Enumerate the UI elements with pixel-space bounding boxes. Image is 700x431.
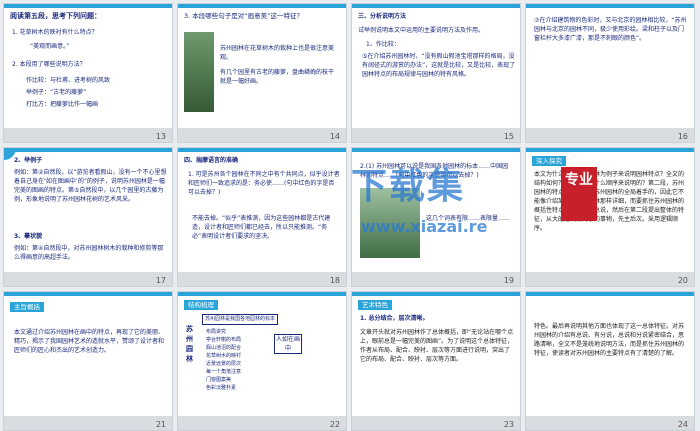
answer: 不能去掉。“似乎”表推测，因为这些园林都是古代建造，设计者和匠师们都已经去，所以… — [192, 215, 331, 240]
slide-heading: 四、揣摩语言的准确 — [184, 157, 239, 164]
question-2: 2. 本段用了哪些说明方法？ — [12, 61, 86, 68]
slide-body: ⑦在介绍建筑物的色彩时，又与北京的园林相比较，“苏州园林与北京的园林不同，极少使… — [534, 17, 687, 42]
bullet-1: 苏州园林在花草树木的栽种上也是很注意美观。 — [220, 45, 335, 61]
slide-20[interactable]: 深入探究 本文为什么选择苏州园林为例子来说明园林特点？全文的结构如何？本文是按照… — [525, 147, 695, 287]
watermark-main: 下载集 — [351, 166, 466, 207]
slide-footer — [4, 128, 172, 142]
bullet-2: 有几个园里有古老的藤萝，盘曲嶙峋的枝干就是一幅好画。 — [220, 69, 335, 85]
structure-item: 每一个角落注意 — [206, 369, 242, 375]
slide-top-bar — [4, 292, 172, 296]
slide-footer — [178, 272, 346, 286]
slide-13[interactable]: 阅读第五段，思考下列问题： 1. 花草树木的映衬有什么特点？ “美观而画意。” … — [3, 3, 173, 143]
slide-title: 阅读第五段，思考下列问题： — [10, 12, 101, 20]
slide-footer — [352, 416, 520, 430]
slide-16[interactable]: ⑦在介绍建筑物的色彩时，又与北京的园林相比较，“苏州园林与北京的园林不同，极少使… — [525, 3, 695, 143]
slide-number: 17 — [155, 276, 166, 285]
method-1: 1、作比较： — [366, 41, 400, 48]
slide-footer — [178, 128, 346, 142]
slide-body: 本文为什么选择苏州园林为例子来说明园林特点？全文的结构如何？本文是按照什么顺序来… — [534, 171, 685, 232]
structure-center: 人如在画中 — [274, 334, 302, 354]
slide-14[interactable]: 3. 本段哪些句子是对“画意美”这一特征？ 苏州园林在花草树木的栽种上也是很注意… — [177, 3, 347, 143]
slide-15[interactable]: 三、分析说明方法 试举例说明本文中运用的主要说明方法及作用。 1、作比较： ⑤在… — [351, 3, 521, 143]
structure-item: 近景远景的层次 — [206, 361, 242, 367]
answer-1: “美观而画意。” — [30, 43, 70, 50]
plant-image — [184, 32, 214, 112]
slide-top-bar — [4, 148, 172, 152]
slide-top-bar — [526, 148, 694, 152]
question: 1. 可是苏州各个园林在不同之中有个共同点，似乎设计者和匠师们一致追求的是：务必… — [188, 171, 340, 196]
section-badge: 艺术特色 — [358, 300, 392, 310]
structure-root: 苏州园林 — [186, 325, 193, 363]
slide-grid: 阅读第五段，思考下列问题： 1. 花草树木的映衬有什么特点？ “美观而画意。” … — [1, 1, 699, 431]
slide-top-bar — [352, 148, 520, 152]
slide-number: 14 — [329, 132, 340, 141]
watermark-url: www.xiazai.re — [361, 217, 488, 236]
slide-number: 18 — [329, 276, 340, 285]
slide-footer — [526, 128, 694, 142]
feature-title: 1. 总分结合，层次清晰。 — [360, 315, 429, 322]
watermark-seal: 专业 — [561, 167, 597, 221]
method-2-body: 例如：第②自然段，以“游览者看假山，没有一个不心里想着自己身在‘如在图画中’的”… — [14, 169, 167, 203]
slide-footer — [526, 416, 694, 430]
structure-item: 门窗图案美 — [206, 377, 232, 383]
slide-top-bar — [526, 292, 694, 296]
slide-17[interactable]: 2、举例子 例如：第②自然段，以“游览者看假山，没有一个不心里想着自己身在‘如在… — [3, 147, 173, 287]
answer-2c: 打比方：把藤萝比作一幅画 — [26, 101, 99, 108]
slide-intro: 试举例说明本文中运用的主要说明方法及作用。 — [358, 27, 485, 34]
structure-top: 苏州园林是我国各地园林的标本 — [202, 314, 279, 325]
slide-number: 24 — [677, 420, 688, 429]
section-badge: 深入探究 — [532, 156, 566, 166]
slide-top-bar — [352, 292, 520, 296]
slide-top-bar — [178, 4, 346, 8]
slide-21[interactable]: 主旨概括 本文通过介绍苏州园林在画中的特点，再现了它的美丽、精巧，揭示了我国园林… — [3, 291, 173, 431]
structure-item: 色彩淡雅朴素 — [206, 385, 237, 391]
slide-footer — [178, 416, 346, 430]
slide-body: 文章开头就对苏州园林作了总体概括，即“无论站在哪个点上，眼前总是一幅完美的图画”… — [360, 329, 514, 363]
slide-body: 本文通过介绍苏州园林在画中的特点，再现了它的美丽、精巧，揭示了我国园林艺术的造就… — [14, 329, 165, 354]
slide-footer — [4, 416, 172, 430]
slide-22[interactable]: 结构梳理 苏州园林 苏州园林是我国各地园林的标本 布局讲究 亭台轩榭的布局 假山… — [177, 291, 347, 431]
slide-number: 20 — [677, 276, 688, 285]
slide-top-bar — [178, 148, 346, 152]
method-3: 3、摹状貌 — [14, 233, 43, 240]
question-1: 1. 花草树木的映衬有什么特点？ — [12, 29, 98, 36]
slide-body: ⑤在介绍苏州园林时，“没有假山假池宝塔那样的格局，没有阔径式的游赏的办法”，这就… — [362, 53, 516, 78]
slide-18[interactable]: 四、揣摩语言的准确 1. 可是苏州各个园林在不同之中有个共同点，似乎设计者和匠师… — [177, 147, 347, 287]
structure-item: 花草树木的映衬 — [206, 353, 242, 359]
method-3-body: 例如：第④自然段中，对苏州园林树木的栽种和修剪等那么得画意的高超手法。 — [14, 245, 164, 261]
slide-top-bar — [352, 4, 520, 8]
slide-footer — [352, 272, 520, 286]
slide-number: 22 — [329, 420, 340, 429]
slide-top-bar — [526, 4, 694, 8]
slide-top-bar — [178, 292, 346, 296]
slide-number: 23 — [503, 420, 514, 429]
slide-footer — [352, 128, 520, 142]
slide-body: 特色。最后再说明其他方面也体现了这一总体特征。对苏州园林的介绍有总说、有分说，总… — [534, 323, 685, 357]
section-badge: 主旨概括 — [10, 302, 44, 312]
slide-number: 13 — [155, 132, 166, 141]
answer-2a: 作比较：与杜甫、进考树的风致 — [26, 77, 111, 84]
slide-footer — [4, 272, 172, 286]
structure-item: 假山池沼的配合 — [206, 345, 242, 351]
slide-footer — [526, 272, 694, 286]
structure-item: 亭台轩榭的布局 — [206, 337, 242, 343]
slide-number: 15 — [503, 132, 514, 141]
slide-24[interactable]: 特色。最后再说明其他方面也体现了这一总体特征。对苏州园林的介绍有总说、有分说，总… — [525, 291, 695, 431]
slide-number: 21 — [155, 420, 166, 429]
answer-2b: 举例子：“古老的藤萝” — [26, 89, 87, 96]
slide-number: 19 — [503, 276, 514, 285]
slide-title: 3. 本段哪些句子是对“画意美”这一特征？ — [184, 12, 304, 20]
slide-number: 16 — [677, 132, 688, 141]
slide-23[interactable]: 艺术特色 1. 总分结合，层次清晰。 文章开头就对苏州园林作了总体概括，即“无论… — [351, 291, 521, 431]
section-badge: 结构梳理 — [184, 300, 218, 310]
slide-top-bar — [4, 4, 172, 8]
structure-list: 布局讲究 亭台轩榭的布局 假山池沼的配合 花草树木的映衬 近景远景的层次 每一个… — [206, 328, 241, 392]
structure-item: 布局讲究 — [206, 329, 227, 335]
slide-heading: 三、分析说明方法 — [358, 13, 407, 20]
method-2: 2、举例子 — [14, 157, 43, 164]
